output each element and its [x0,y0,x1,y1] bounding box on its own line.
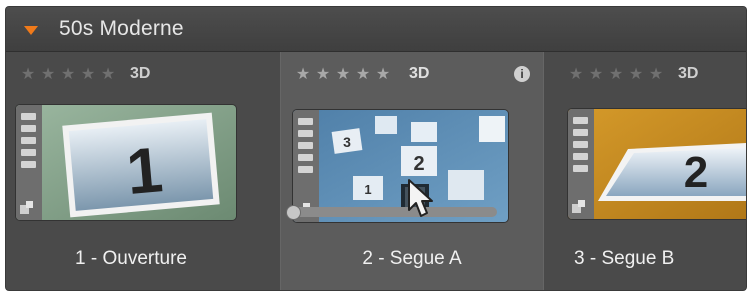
star-icon[interactable]: ★ [335,67,351,83]
star-icon[interactable]: ★ [355,67,371,83]
thumbnail-image: 2 [568,109,746,219]
thumbnail-image: 3 2 1 [293,110,508,222]
tile-label: 1 - Ouverture [75,248,187,269]
thumbnail-image: 1 [16,105,236,220]
star-icon[interactable]: ★ [315,67,331,83]
star-icon[interactable]: ★ [40,67,56,83]
star-icon[interactable]: ★ [100,67,116,83]
star-icon[interactable]: ★ [60,67,76,83]
film-strip-icon [568,109,594,219]
star-icon[interactable]: ★ [375,67,391,83]
star-icon[interactable]: ★ [80,67,96,83]
svg-text:1: 1 [364,182,371,197]
star-icon[interactable]: ★ [628,67,644,83]
effects-library-panel: 50s Moderne ★ ★ ★ ★ ★ 3D 1 1 - Ouverture… [6,7,746,290]
star-icon[interactable]: ★ [295,67,311,83]
scrubber-handle[interactable] [286,205,301,220]
3d-badge: 3D [409,65,430,82]
transition-tile-2[interactable]: ★ ★ ★ ★ ★ 3D i 3 2 1 2 - Segue A [280,52,544,290]
tile-label: 3 - Segue B [574,248,675,269]
transition-tile-1[interactable]: ★ ★ ★ ★ ★ 3D 1 1 - Ouverture [6,52,276,290]
star-icon[interactable]: ★ [588,67,604,83]
transition-tile-3[interactable]: ★ ★ ★ ★ ★ 3D 2 3 - Segue B [554,52,746,290]
rating-stars[interactable]: ★ ★ ★ ★ ★ [568,67,668,83]
star-icon[interactable]: ★ [608,67,624,83]
thumbnail[interactable]: 2 [568,109,746,219]
thumbnail[interactable]: 3 2 1 [293,110,508,222]
thumb-number: 2 [684,148,708,197]
category-header[interactable]: 50s Moderne [6,7,746,52]
star-icon[interactable]: ★ [568,67,584,83]
rating-stars[interactable]: ★ ★ ★ ★ ★ [20,67,120,83]
star-icon[interactable]: ★ [648,67,664,83]
tile-label: 2 - Segue A [362,248,462,269]
preview-scrubber[interactable] [286,205,497,220]
thumbnail[interactable]: 1 [16,105,236,220]
3d-badge: 3D [130,65,151,82]
caret-down-icon[interactable] [24,26,38,35]
svg-text:3: 3 [343,134,351,150]
film-strip-icon [16,105,42,220]
star-icon[interactable]: ★ [20,67,36,83]
info-icon[interactable]: i [514,66,530,82]
rating-stars[interactable]: ★ ★ ★ ★ ★ [295,67,395,83]
category-title: 50s Moderne [59,17,184,40]
3d-badge: 3D [678,65,699,82]
thumb-number: 1 [124,133,166,208]
svg-text:2: 2 [413,153,424,175]
mouse-pointer-icon [408,179,433,217]
